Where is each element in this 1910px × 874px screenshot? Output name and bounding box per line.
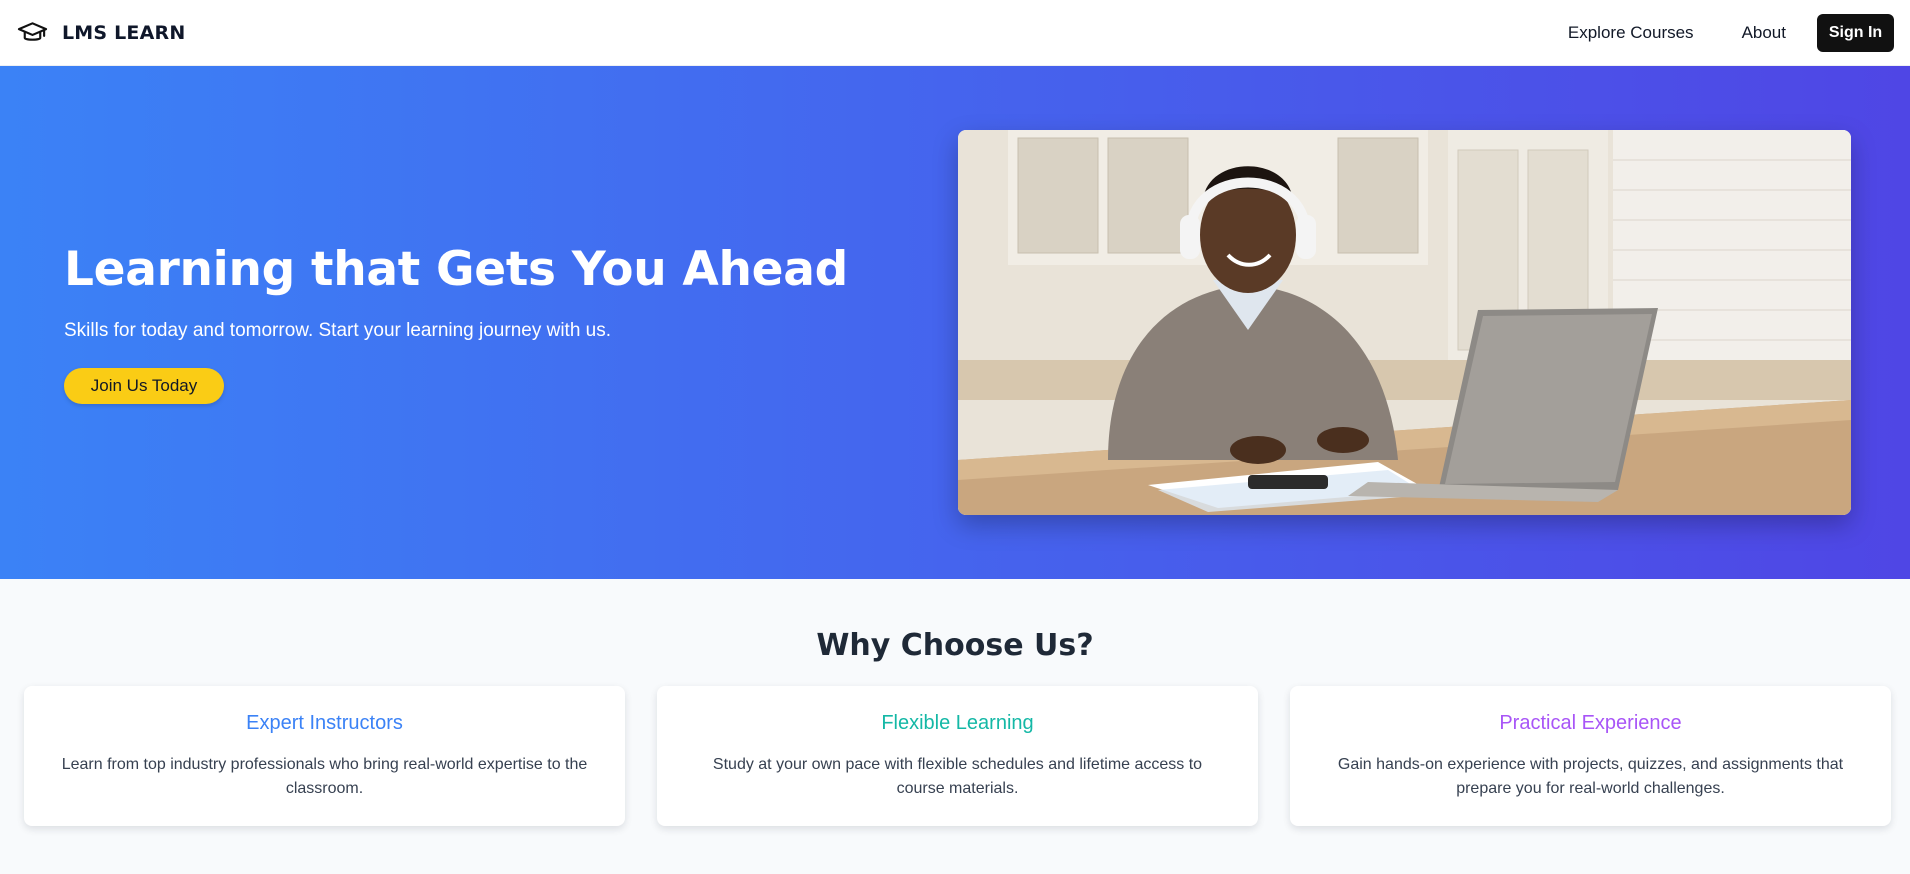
feature-title: Flexible Learning (881, 712, 1034, 734)
hero-subtitle: Skills for today and tomorrow. Start you… (64, 319, 612, 341)
hero-text-block: Learning that Gets You Ahead Skills for … (64, 244, 884, 404)
join-us-button[interactable]: Join Us Today (64, 367, 224, 404)
feature-description: Gain hands-on experience with projects, … (1337, 756, 1844, 797)
feature-description: Learn from top industry professionals wh… (61, 756, 588, 797)
hero-section: Learning that Gets You Ahead Skills for … (0, 66, 1910, 579)
hero-image (958, 130, 1851, 515)
top-navbar: LMS LEARN Explore Courses About Sign In (0, 0, 1910, 66)
sign-in-button[interactable]: Sign In (1817, 13, 1894, 52)
section-title: Why Choose Us? (816, 628, 1094, 663)
brand-name: LMS LEARN (62, 21, 186, 44)
main-nav: Explore Courses About Sign In (1568, 13, 1894, 52)
student-with-laptop-photo (958, 130, 1851, 515)
feature-title: Practical Experience (1499, 712, 1682, 734)
features-row: Expert Instructors Learn from top indust… (24, 686, 1891, 826)
brand-logo[interactable]: LMS LEARN (17, 21, 185, 45)
nav-about-link[interactable]: About (1742, 23, 1786, 43)
why-choose-us-section: Why Choose Us? Expert Instructors Learn … (0, 579, 1910, 874)
graduation-cap-icon (17, 21, 48, 41)
feature-card-practical-experience: Practical Experience Gain hands-on exper… (1290, 686, 1891, 826)
feature-card-flexible-learning: Flexible Learning Study at your own pace… (657, 686, 1258, 826)
nav-explore-courses-link[interactable]: Explore Courses (1568, 23, 1694, 43)
hero-title: Learning that Gets You Ahead (64, 242, 848, 297)
feature-card-expert-instructors: Expert Instructors Learn from top indust… (24, 686, 625, 826)
feature-title: Expert Instructors (246, 712, 403, 734)
feature-description: Study at your own pace with flexible sch… (712, 756, 1203, 797)
